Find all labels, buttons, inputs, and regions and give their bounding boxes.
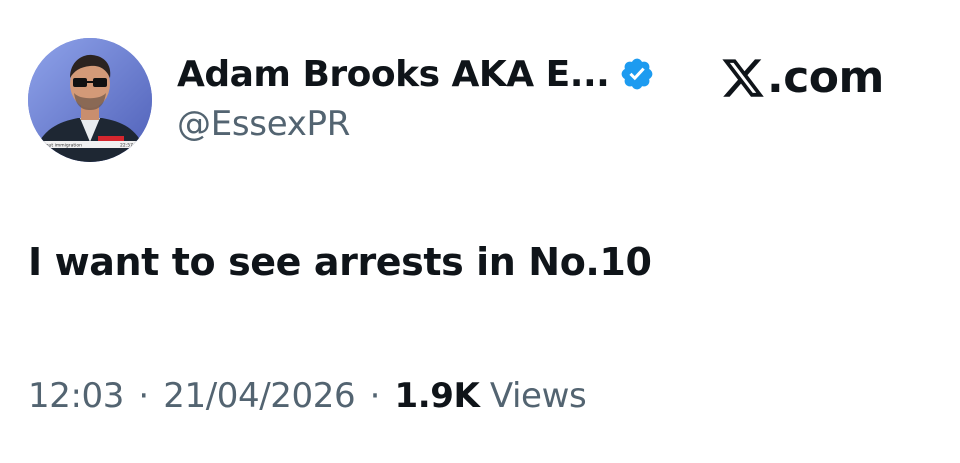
brand-watermark: .com [720, 52, 884, 103]
avatar[interactable]: one out immigration 22:57 [28, 38, 152, 162]
tweet-time[interactable]: 12:03 [28, 376, 124, 416]
author-handle[interactable]: @EssexPR [177, 104, 350, 144]
tweet-date[interactable]: 21/04/2026 [163, 376, 355, 416]
avatar-photo: one out immigration 22:57 [28, 38, 152, 162]
meta-separator: · [138, 376, 149, 416]
brand-domain-text: .com [767, 52, 884, 103]
views-label: Views [489, 376, 587, 416]
x-logo-icon [720, 55, 766, 101]
tweet-text: I want to see arrests in No.10 [28, 240, 652, 284]
author-name-row[interactable]: Adam Brooks AKA E... [177, 50, 655, 98]
avatar-ticker-text: one out immigration [36, 143, 82, 149]
tweet-meta: 12:03 · 21/04/2026 · 1.9K Views [28, 376, 587, 416]
views-count[interactable]: 1.9K [394, 376, 479, 416]
verified-badge-icon[interactable] [619, 56, 655, 92]
meta-separator: · [369, 376, 381, 416]
avatar-ticker-time: 22:57 [120, 143, 133, 149]
author-display-name[interactable]: Adam Brooks AKA E... [177, 54, 610, 95]
tweet-card: one out immigration 22:57 Adam Brooks AK… [0, 0, 960, 463]
